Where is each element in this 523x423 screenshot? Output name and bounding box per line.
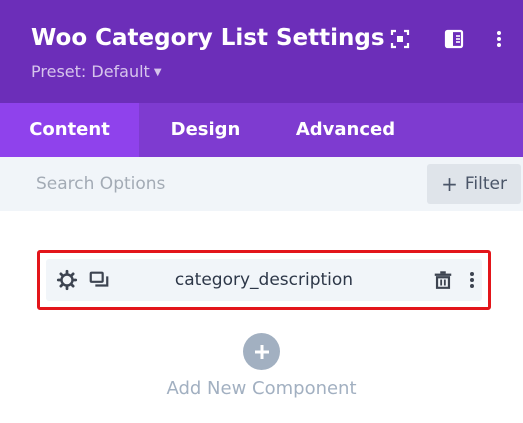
sidebar-toggle-button[interactable] — [442, 27, 466, 51]
component-item-body: category_description — [46, 259, 482, 301]
preset-selector[interactable]: Preset: Default ▼ — [31, 62, 162, 81]
tab-content[interactable]: Content — [0, 103, 139, 157]
component-settings-button[interactable] — [55, 268, 79, 292]
caret-down-icon: ▼ — [153, 67, 162, 78]
tab-design[interactable]: Design — [139, 103, 272, 157]
filter-button[interactable]: + Filter — [427, 164, 521, 204]
trash-icon — [434, 271, 452, 289]
settings-header: Woo Category List Settings Preset: Defau… — [0, 0, 523, 103]
filter-label: Filter — [464, 174, 507, 194]
sidebar-toggle-icon — [444, 29, 464, 49]
expand-button[interactable] — [388, 27, 412, 51]
add-component-label[interactable]: Add New Component — [0, 378, 523, 399]
preset-label: Preset: Default — [31, 62, 150, 81]
add-component-button[interactable] — [243, 333, 280, 370]
component-delete-button[interactable] — [431, 268, 455, 292]
search-input[interactable] — [24, 168, 428, 200]
duplicate-icon — [89, 271, 109, 287]
more-vertical-icon — [470, 272, 474, 288]
component-label: category_description — [174, 270, 354, 290]
plus-icon: + — [441, 172, 458, 196]
tab-advanced[interactable]: Advanced — [272, 103, 419, 157]
page-title: Woo Category List Settings — [31, 25, 385, 51]
more-options-button[interactable] — [487, 27, 511, 51]
gear-icon — [56, 269, 78, 291]
expand-icon — [390, 29, 410, 49]
component-duplicate-button[interactable] — [87, 268, 111, 292]
plus-icon — [254, 344, 269, 359]
component-item[interactable]: category_description — [37, 250, 491, 310]
tab-bar: Content Design Advanced — [0, 103, 523, 157]
component-more-button[interactable] — [460, 268, 484, 292]
more-vertical-icon — [497, 31, 501, 47]
